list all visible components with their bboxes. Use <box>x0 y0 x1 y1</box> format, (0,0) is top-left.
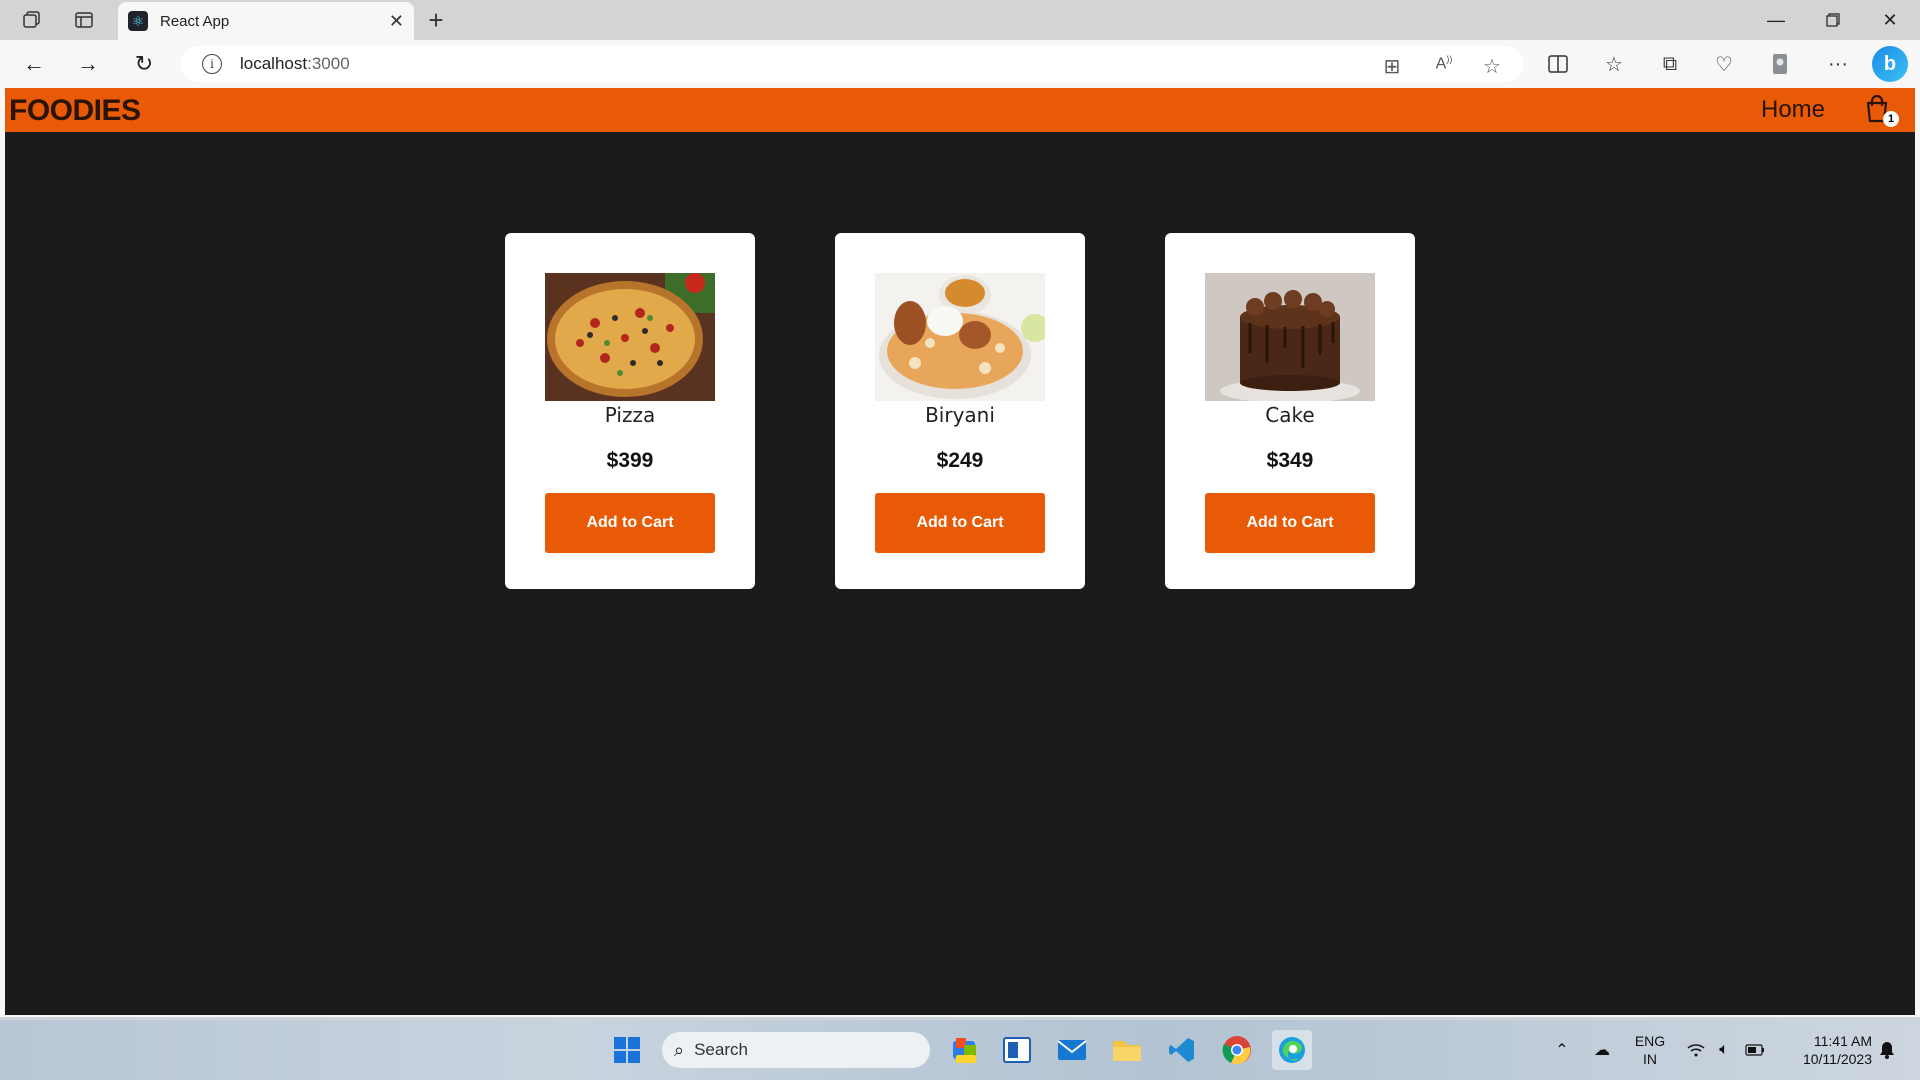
product-price: $349 <box>1266 449 1314 472</box>
vscode-icon[interactable] <box>1162 1030 1202 1070</box>
close-window-button[interactable]: ✕ <box>1862 0 1918 40</box>
close-tab-icon[interactable]: ✕ <box>389 11 404 32</box>
browser-window: ⚛ React App ✕ + — ✕ ← → ↻ i localhost:30… <box>0 0 1920 1017</box>
browser-toolbar: ← → ↻ i localhost:3000 ⊞ A)) ☆ ☆ ⧉ ♡ ···… <box>0 40 1920 88</box>
more-options-icon[interactable]: ··· <box>1820 48 1856 80</box>
task-app-icon[interactable] <box>997 1030 1037 1070</box>
start-icon[interactable] <box>607 1030 647 1070</box>
edge-icon[interactable] <box>1272 1030 1312 1070</box>
pizza-image <box>545 273 715 401</box>
page-viewport: FOODIES Home 1 Pizza $399 Add to Cart Bi… <box>5 88 1915 1015</box>
notifications-bell-icon[interactable] <box>1876 1020 1898 1080</box>
app-available-icon[interactable]: ⊞ <box>1380 54 1404 79</box>
copilot-icon[interactable]: b <box>1872 46 1908 82</box>
taskbar-clock[interactable]: 11:41 AM 10/11/2023 <box>1782 1032 1872 1068</box>
tab-actions-icon[interactable] <box>68 6 100 34</box>
new-tab-button[interactable]: + <box>420 4 452 36</box>
product-card: Cake $349 Add to Cart <box>1165 233 1415 589</box>
windows-taskbar: ⌕ Search ⌃ ☁ ENG IN 🔈︎ 11:41 AM 10/11/2023 <box>0 1020 1920 1080</box>
add-to-cart-button[interactable]: Add to Cart <box>545 493 715 553</box>
tab-react-app[interactable]: ⚛ React App ✕ <box>118 2 414 40</box>
battery-icon[interactable] <box>1744 1020 1766 1080</box>
product-card: Biryani $249 Add to Cart <box>835 233 1085 589</box>
onedrive-icon[interactable]: ☁ <box>1590 1020 1614 1080</box>
split-screen-icon[interactable] <box>1540 48 1576 80</box>
back-icon[interactable]: ← <box>16 48 52 80</box>
product-price: $249 <box>936 449 984 472</box>
brand-logo[interactable]: FOODIES <box>9 94 141 128</box>
cart-count-badge: 1 <box>1883 111 1899 127</box>
tab-strip: ⚛ React App ✕ + — ✕ <box>0 0 1920 40</box>
nav-home-link[interactable]: Home <box>1761 96 1825 124</box>
app-navbar: FOODIES Home 1 <box>5 88 1915 132</box>
product-name: Pizza <box>604 403 656 427</box>
store-preview-icon[interactable] <box>945 1030 985 1070</box>
biryani-image <box>875 273 1045 401</box>
search-label: Search <box>694 1040 748 1059</box>
product-card: Pizza $399 Add to Cart <box>505 233 755 589</box>
restore-button[interactable] <box>1805 0 1861 40</box>
file-explorer-icon[interactable] <box>1107 1030 1147 1070</box>
taskbar-search[interactable]: ⌕ Search <box>662 1032 930 1068</box>
address-bar[interactable]: i localhost:3000 ⊞ A)) ☆ <box>180 46 1524 82</box>
product-name: Cake <box>1265 403 1315 427</box>
tab-title: React App <box>160 12 230 30</box>
wifi-icon[interactable] <box>1686 1020 1706 1080</box>
product-price: $399 <box>606 449 654 472</box>
add-to-cart-button[interactable]: Add to Cart <box>1205 493 1375 553</box>
show-hidden-icons-icon[interactable]: ⌃ <box>1552 1020 1572 1080</box>
product-name: Biryani <box>925 403 995 427</box>
workspaces-icon[interactable] <box>16 6 48 34</box>
site-info-icon[interactable]: i <box>202 54 222 74</box>
search-icon: ⌕ <box>674 1039 685 1060</box>
profile-icon[interactable] <box>1762 48 1798 80</box>
url-text: localhost:3000 <box>240 54 350 73</box>
add-to-cart-button[interactable]: Add to Cart <box>875 493 1045 553</box>
mail-icon[interactable] <box>1052 1030 1092 1070</box>
react-icon: ⚛ <box>128 11 148 31</box>
favorites-icon[interactable]: ☆ <box>1596 48 1632 80</box>
cake-image <box>1205 273 1375 401</box>
favorite-star-icon[interactable]: ☆ <box>1480 54 1504 79</box>
volume-icon[interactable]: 🔈︎ <box>1714 1020 1734 1080</box>
read-aloud-icon[interactable]: A)) <box>1432 54 1456 73</box>
minimize-button[interactable]: — <box>1748 0 1804 40</box>
collections-icon[interactable]: ⧉ <box>1652 48 1688 80</box>
refresh-icon[interactable]: ↻ <box>126 48 162 80</box>
language-indicator[interactable]: ENG IN <box>1630 1032 1670 1068</box>
forward-icon[interactable]: → <box>70 48 106 80</box>
browser-essentials-icon[interactable]: ♡ <box>1706 48 1742 80</box>
chrome-icon[interactable] <box>1217 1030 1257 1070</box>
